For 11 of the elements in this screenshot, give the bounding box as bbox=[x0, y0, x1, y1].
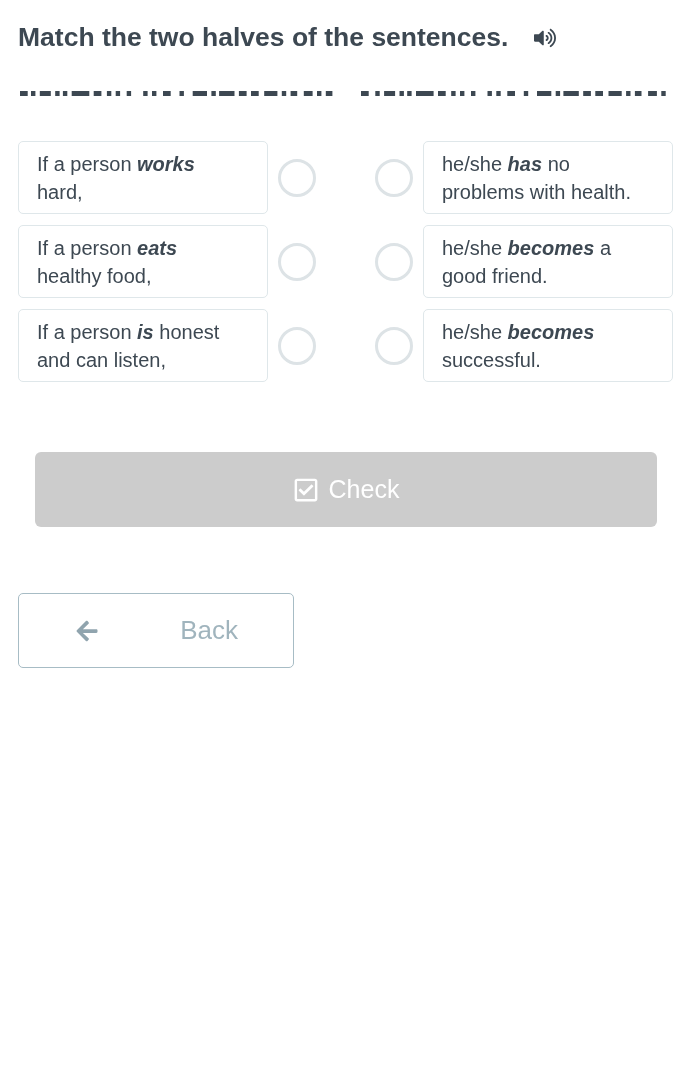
checkbox-icon bbox=[292, 476, 319, 503]
arrow-left-icon bbox=[75, 618, 99, 643]
back-button[interactable]: Back bbox=[18, 593, 294, 668]
sentence-card: he/she becomes a good friend. bbox=[423, 225, 673, 298]
sentence-card: he/she has no problems with health. bbox=[423, 141, 673, 214]
sentence-card: he/she becomes successful. bbox=[423, 309, 673, 382]
instruction-title: Match the two halves of the sentences. bbox=[18, 21, 509, 55]
sentence-card: If a person is honest and can listen, bbox=[18, 309, 268, 382]
sentence-card: If a person eats healthy food, bbox=[18, 225, 268, 298]
sentence-card: If a person works hard, bbox=[18, 141, 268, 214]
speaker-icon[interactable] bbox=[534, 27, 557, 49]
